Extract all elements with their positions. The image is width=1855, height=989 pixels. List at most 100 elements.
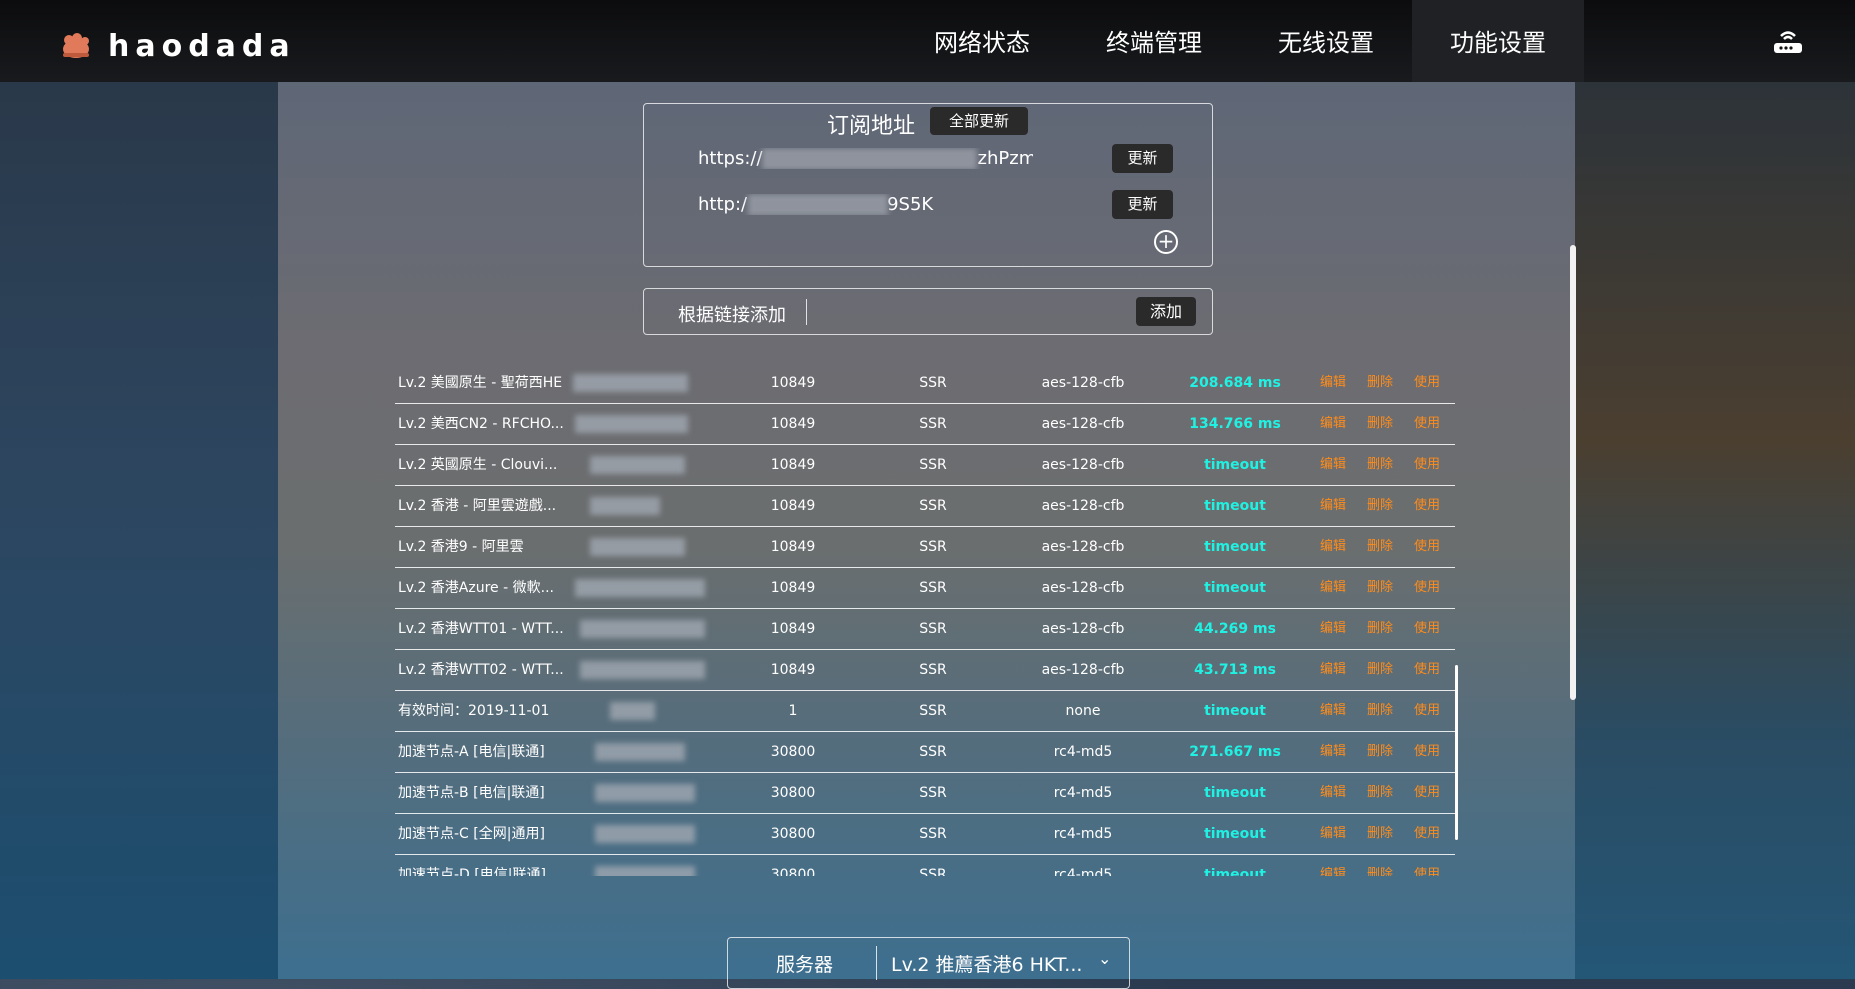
use-link[interactable]: 使用 [1414, 486, 1440, 526]
node-type: SSR [919, 457, 947, 473]
redacted-blur [610, 702, 655, 720]
use-link[interactable]: 使用 [1414, 732, 1440, 772]
add-by-link-panel: 根据链接添加 添加 [643, 288, 1213, 335]
delete-link[interactable]: 删除 [1367, 650, 1393, 690]
table-row: 加速节点-C [全网|通用] 30800 SSR rc4-md5 timeout 编辑 删除… [395, 814, 1455, 855]
delete-link[interactable]: 删除 [1367, 691, 1393, 731]
use-link[interactable]: 使用 [1414, 609, 1440, 649]
use-link[interactable]: 使用 [1414, 691, 1440, 731]
use-link[interactable]: 使用 [1414, 445, 1440, 485]
page-scrollbar[interactable] [1570, 245, 1576, 700]
node-port: 1 [788, 703, 798, 719]
edit-link[interactable]: 编辑 [1320, 609, 1346, 649]
redacted-blur [575, 579, 705, 597]
node-port: 30800 [770, 867, 816, 876]
edit-link[interactable]: 编辑 [1320, 445, 1346, 485]
node-type: SSR [919, 703, 947, 719]
node-port: 30800 [770, 744, 816, 760]
table-row: Lv.2 香港WTT01 - WTT... 10849 SSR aes-128-cfb… [395, 609, 1455, 650]
redacted-blur [580, 620, 705, 638]
background-right [1575, 0, 1855, 979]
node-encryption: aes-128-cfb [1041, 416, 1125, 432]
delete-link[interactable]: 删除 [1367, 445, 1393, 485]
edit-link[interactable]: 编辑 [1320, 486, 1346, 526]
use-link[interactable]: 使用 [1414, 568, 1440, 608]
delete-link[interactable]: 删除 [1367, 486, 1393, 526]
router-icon[interactable] [1772, 28, 1804, 56]
node-type: SSR [919, 621, 947, 637]
subscription-url[interactable]: http:/ 9S5K [698, 194, 1033, 215]
node-encryption: aes-128-cfb [1041, 539, 1125, 555]
update-button[interactable]: 更新 [1112, 190, 1173, 219]
table-row: 加速节点-B [电信|联通] 30800 SSR rc4-md5 timeout 编辑 删除… [395, 773, 1455, 814]
table-row: Lv.2 香港WTT02 - WTT... 10849 SSR aes-128-cfb… [395, 650, 1455, 691]
update-button[interactable]: 更新 [1112, 144, 1173, 173]
use-link[interactable]: 使用 [1414, 814, 1440, 854]
delete-link[interactable]: 删除 [1367, 732, 1393, 772]
node-latency: timeout [1204, 498, 1266, 514]
edit-link[interactable]: 编辑 [1320, 363, 1346, 403]
delete-link[interactable]: 删除 [1367, 404, 1393, 444]
use-link[interactable]: 使用 [1414, 363, 1440, 403]
edit-link[interactable]: 编辑 [1320, 855, 1346, 876]
table-scrollbar[interactable] [1455, 665, 1458, 840]
edit-link[interactable]: 编辑 [1320, 527, 1346, 567]
use-link[interactable]: 使用 [1414, 773, 1440, 813]
node-type: SSR [919, 375, 947, 391]
nav-terminal-management[interactable]: 终端管理 [1068, 0, 1240, 82]
nav-wireless-settings[interactable]: 无线设置 [1240, 0, 1412, 82]
top-navigation-bar: haodada 网络状态 终端管理 无线设置 功能设置 [0, 0, 1855, 82]
edit-link[interactable]: 编辑 [1320, 732, 1346, 772]
delete-link[interactable]: 删除 [1367, 855, 1393, 876]
edit-link[interactable]: 编辑 [1320, 691, 1346, 731]
delete-link[interactable]: 删除 [1367, 814, 1393, 854]
add-by-link-label: 根据链接添加 [678, 305, 786, 326]
node-encryption: rc4-md5 [1053, 785, 1113, 801]
redacted-blur [762, 148, 977, 169]
subscription-title: 订阅地址 [827, 114, 916, 139]
subscription-url-prefix: https:// [698, 148, 763, 169]
edit-link[interactable]: 编辑 [1320, 773, 1346, 813]
nav-function-settings[interactable]: 功能设置 [1412, 0, 1584, 82]
edit-link[interactable]: 编辑 [1320, 568, 1346, 608]
subscription-url[interactable]: https:// zhPzmv?m [698, 148, 1033, 169]
edit-link[interactable]: 编辑 [1320, 404, 1346, 444]
use-link[interactable]: 使用 [1414, 650, 1440, 690]
update-all-button[interactable]: 全部更新 [930, 107, 1028, 135]
delete-link[interactable]: 删除 [1367, 527, 1393, 567]
plus-circle-icon[interactable]: + [1154, 230, 1178, 254]
brand-logo[interactable]: haodada [60, 28, 296, 64]
node-port: 10849 [770, 621, 816, 637]
delete-link[interactable]: 删除 [1367, 568, 1393, 608]
node-type: SSR [919, 416, 947, 432]
server-selected-value: Lv.2 推薦香港6 HKT... [891, 954, 1083, 976]
edit-link[interactable]: 编辑 [1320, 650, 1346, 690]
chevron-down-icon[interactable]: ⌄ [1098, 949, 1111, 968]
table-row: Lv.2 英國原生 - Clouvi... 10849 SSR aes-128-cfb… [395, 445, 1455, 486]
node-latency: 43.713 ms [1194, 662, 1276, 678]
delete-link[interactable]: 删除 [1367, 363, 1393, 403]
use-link[interactable]: 使用 [1414, 404, 1440, 444]
node-encryption: rc4-md5 [1053, 867, 1113, 876]
server-select[interactable]: 服务器 Lv.2 推薦香港6 HKT... ⌄ [727, 937, 1130, 989]
table-row: 加速节点-D [电信|联通] 30800 SSR rc4-md5 timeout 编辑 删除… [395, 855, 1455, 876]
use-link[interactable]: 使用 [1414, 527, 1440, 567]
nav-network-status[interactable]: 网络状态 [896, 0, 1068, 82]
redacted-blur [595, 825, 695, 843]
subscription-url-suffix: 9S5K [887, 194, 934, 215]
table-row: 加速节点-A [电信|联通] 30800 SSR rc4-md5 271.667 ms 编… [395, 732, 1455, 773]
node-type: SSR [919, 744, 947, 760]
node-encryption: rc4-md5 [1053, 744, 1113, 760]
node-port: 10849 [770, 375, 816, 391]
add-button[interactable]: 添加 [1136, 297, 1196, 326]
redacted-blur [595, 743, 685, 761]
use-link[interactable]: 使用 [1414, 855, 1440, 876]
link-input[interactable] [816, 297, 1050, 327]
node-encryption: aes-128-cfb [1041, 457, 1125, 473]
node-port: 10849 [770, 457, 816, 473]
node-port: 10849 [770, 498, 816, 514]
delete-link[interactable]: 删除 [1367, 609, 1393, 649]
delete-link[interactable]: 删除 [1367, 773, 1393, 813]
redacted-blur [748, 194, 888, 215]
edit-link[interactable]: 编辑 [1320, 814, 1346, 854]
